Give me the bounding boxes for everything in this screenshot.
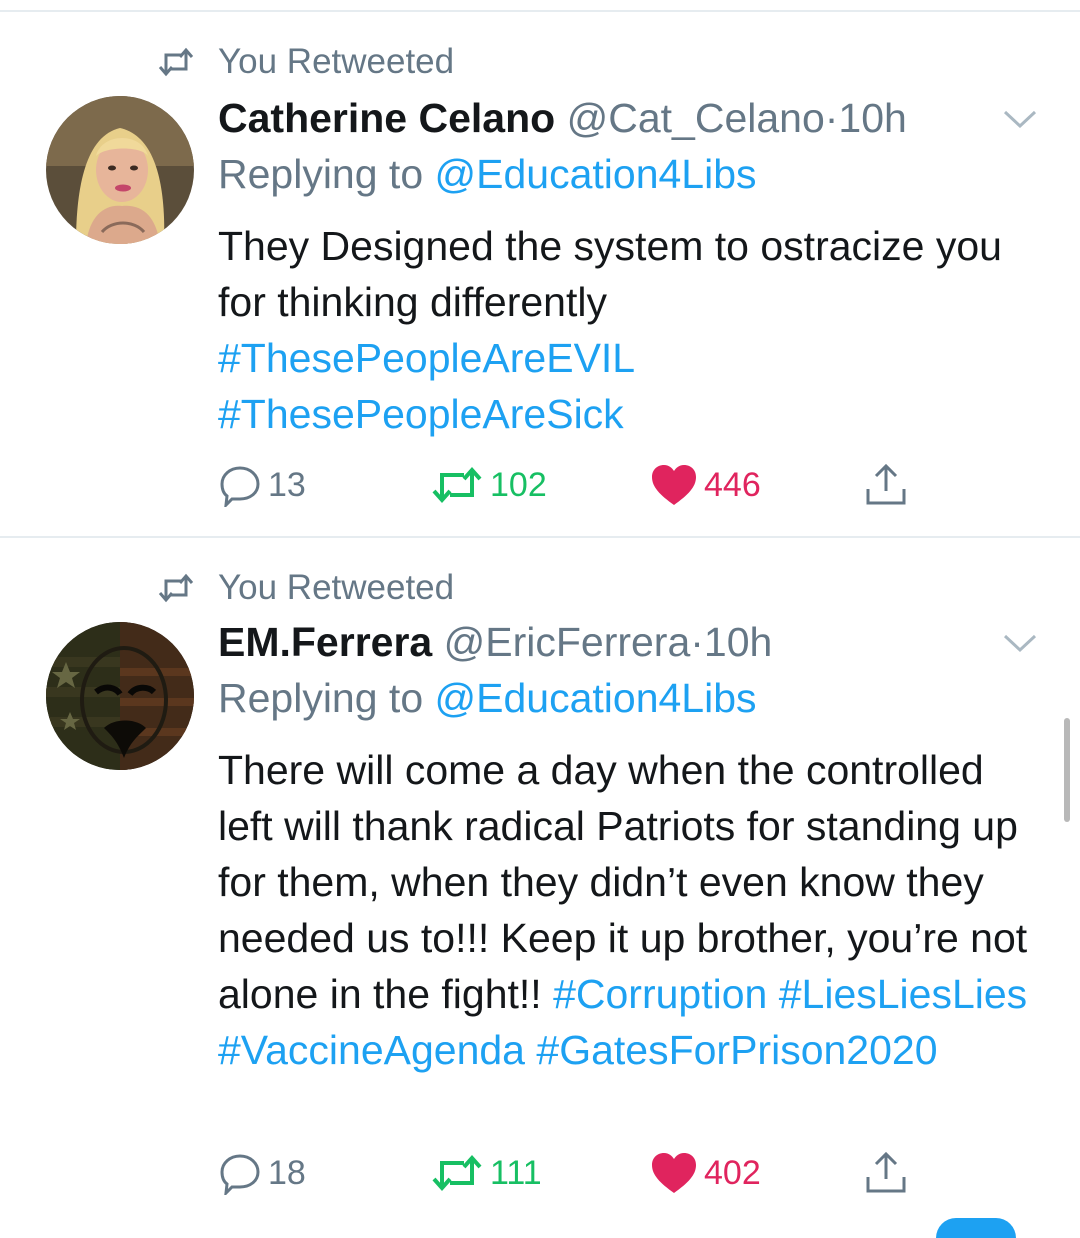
- tweet-actions: 18 111 402: [218, 1148, 938, 1198]
- reply-button[interactable]: 18: [218, 1148, 306, 1198]
- retweet-count: 111: [490, 1153, 542, 1192]
- retweet-context: You Retweeted: [158, 42, 454, 82]
- retweet-icon: [158, 573, 194, 603]
- retweet-icon: [158, 47, 194, 77]
- tweet-header: EM.Ferrera @EricFerrera·10h: [218, 618, 772, 666]
- hashtag-link[interactable]: #ThesePeopleAreEVIL: [218, 335, 635, 381]
- tweet-header: Catherine Celano @Cat_Celano·10h: [218, 94, 907, 142]
- avatar[interactable]: [46, 622, 194, 770]
- reply-button[interactable]: 13: [218, 460, 306, 510]
- retweet-button[interactable]: 111: [430, 1148, 542, 1198]
- hashtag-link[interactable]: #LiesLiesLies: [779, 971, 1027, 1017]
- retweet-icon: [432, 1154, 482, 1192]
- separator-dot: ·: [824, 95, 839, 141]
- replying-prefix: Replying to: [218, 151, 424, 197]
- share-icon: [866, 463, 906, 505]
- replying-prefix: Replying to: [218, 675, 424, 721]
- reply-mention-link[interactable]: @Education4Libs: [435, 151, 757, 197]
- hashtag-link[interactable]: #ThesePeopleAreSick: [218, 391, 624, 437]
- caret-down-icon[interactable]: [1002, 108, 1038, 130]
- like-button[interactable]: 446: [650, 460, 761, 510]
- share-button[interactable]: [862, 460, 916, 510]
- tweet-card[interactable]: You Retweeted EM.Ferrera @EricFerrera·10…: [0, 538, 1080, 1228]
- user-handle[interactable]: @Cat_Celano: [567, 95, 825, 141]
- avatar[interactable]: [46, 96, 194, 244]
- retweet-label: You Retweeted: [218, 568, 455, 607]
- replying-to: Replying to @Education4Libs: [218, 150, 757, 198]
- tweet-body: They Designed the system to ostracize yo…: [218, 223, 1002, 325]
- retweet-button[interactable]: 102: [430, 460, 547, 510]
- reply-count: 18: [268, 1153, 306, 1192]
- like-count: 402: [704, 1153, 761, 1192]
- share-button[interactable]: [862, 1148, 916, 1198]
- timestamp[interactable]: 10h: [838, 95, 906, 141]
- hashtag-link[interactable]: #Corruption: [553, 971, 767, 1017]
- reply-count: 13: [268, 465, 306, 504]
- reply-icon: [220, 466, 260, 507]
- scrollbar[interactable]: [1064, 718, 1070, 822]
- hashtag-link[interactable]: #GatesForPrison2020: [536, 1027, 937, 1073]
- heart-icon: [652, 465, 696, 505]
- reply-mention-link[interactable]: @Education4Libs: [435, 675, 757, 721]
- retweet-count: 102: [490, 465, 547, 504]
- display-name[interactable]: Catherine Celano: [218, 95, 555, 141]
- caret-down-icon[interactable]: [1002, 632, 1038, 654]
- tweet-text: There will come a day when the controlle…: [218, 742, 1048, 1078]
- tweet-card[interactable]: You Retweeted Catherine Celano @Cat_Cela…: [0, 12, 1080, 536]
- display-name[interactable]: EM.Ferrera: [218, 619, 432, 665]
- retweet-context: You Retweeted: [158, 568, 454, 608]
- retweet-label: You Retweeted: [218, 42, 455, 81]
- like-button[interactable]: 402: [650, 1148, 761, 1198]
- like-count: 446: [704, 465, 761, 504]
- reply-icon: [220, 1154, 260, 1195]
- hashtag-link[interactable]: #VaccineAgenda: [218, 1027, 525, 1073]
- tweet-text: They Designed the system to ostracize yo…: [218, 218, 1048, 442]
- retweet-icon: [432, 466, 482, 504]
- user-handle[interactable]: @EricFerrera: [444, 619, 691, 665]
- compose-button-edge[interactable]: [936, 1218, 1016, 1238]
- share-icon: [866, 1151, 906, 1193]
- heart-icon: [652, 1153, 696, 1193]
- timestamp[interactable]: 10h: [704, 619, 772, 665]
- replying-to: Replying to @Education4Libs: [218, 674, 757, 722]
- tweet-actions: 13 102 446: [218, 460, 938, 510]
- separator-dot: ·: [690, 619, 704, 665]
